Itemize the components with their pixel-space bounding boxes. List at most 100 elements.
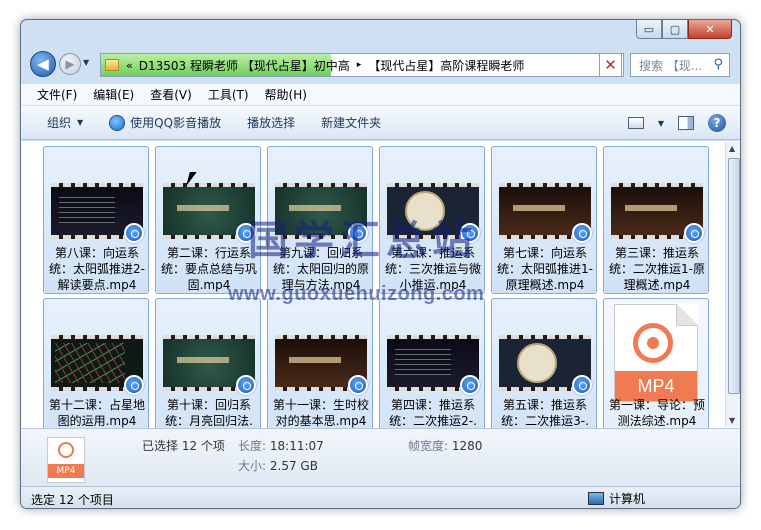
play-selection-button[interactable]: 播放选择: [247, 114, 295, 131]
recent-pages-dropdown[interactable]: ▼: [83, 58, 89, 67]
search-input[interactable]: 搜索 【现... ⚲: [630, 53, 730, 77]
page-fold: [676, 304, 698, 326]
text-lines-graphic: [395, 345, 451, 375]
organize-button[interactable]: 组织 ▼: [47, 114, 83, 131]
scroll-up-icon[interactable]: ▲: [729, 144, 735, 153]
breadcrumb-current[interactable]: 【现代占星】高阶课程瞬老师: [368, 57, 524, 74]
file-name: 第十课：回归系统：月亮回归法.mp4: [165, 398, 253, 428]
breadcrumb-separator-icon[interactable]: ▸: [357, 60, 362, 70]
search-placeholder: 搜索 【现...: [639, 58, 703, 73]
file-name: 第二课：行运系统：要点总结与巩固.mp4: [160, 246, 257, 292]
file-name: 第一课：导论：预测法综述.mp4: [608, 398, 705, 428]
title-bar-graphic: [177, 205, 229, 211]
menu-file[interactable]: 文件(F): [37, 86, 77, 103]
file-list: MP4第一课：导论：预测法综述.mp4 第五课：推运系统：二次推运3-.mp4 第四…: [21, 141, 740, 428]
change-view-icon[interactable]: [627, 117, 644, 129]
file-item[interactable]: 第六课：推运系统：三次推运与微小推运.mp4: [379, 146, 485, 294]
play-with-qq-button[interactable]: 使用QQ影音播放: [109, 114, 221, 131]
status-location-label: 计算机: [609, 492, 646, 506]
toolbar-right: ▼ ?: [627, 114, 726, 132]
file-name: 第六课：推运系统：三次推运与微小推运.mp4: [384, 246, 481, 292]
chart-wheel-icon: [517, 343, 557, 383]
qq-player-badge-icon: [236, 375, 256, 395]
file-item[interactable]: 第十二课：占星地图的运用.mp4: [43, 298, 149, 428]
qq-player-badge-icon: [684, 223, 704, 243]
qq-player-badge-icon: [236, 223, 256, 243]
detail-length-value: 18:11:07: [269, 439, 324, 453]
navigation-row: ◀ ▶ ▼ « D13503 程瞬老师 【现代占星】初中高 ▸ 【现代占星】高阶…: [21, 48, 740, 82]
title-bar-graphic: [513, 205, 565, 211]
mp4-file-icon: MP4: [614, 304, 698, 402]
caption-buttons: ▭ ▢ ✕: [636, 20, 732, 39]
search-icon[interactable]: ⚲: [713, 57, 723, 72]
new-folder-button[interactable]: 新建文件夹: [321, 114, 381, 131]
help-icon[interactable]: ?: [708, 114, 726, 132]
file-name: 第四课：推运系统：二次推运2-.mp4: [389, 398, 477, 428]
chevron-down-icon: ▼: [77, 118, 84, 127]
file-item[interactable]: 第八课：向运系统：太阳弧推进2- 解读要点.mp4: [43, 146, 149, 294]
file-item[interactable]: 第四课：推运系统：二次推运2-.mp4: [379, 298, 485, 428]
menu-tools[interactable]: 工具(T): [208, 86, 249, 103]
new-folder-label: 新建文件夹: [321, 116, 382, 130]
map-lines-graphic: [55, 343, 125, 383]
selection-file-icon: MP4: [47, 437, 85, 483]
folder-icon: [105, 59, 119, 71]
file-item[interactable]: 第五课：推运系统：二次推运3-.mp4: [491, 298, 597, 428]
file-item[interactable]: 第二课：行运系统：要点总结与巩固.mp4: [155, 146, 261, 294]
detail-length-key: 长度:: [238, 439, 267, 453]
view-options-dropdown-icon[interactable]: ▼: [658, 119, 664, 128]
minimize-button[interactable]: ▭: [636, 20, 662, 39]
status-bar: 选定 12 个项目 计算机: [21, 486, 740, 508]
stop-loading-button[interactable]: ✕: [599, 53, 622, 77]
address-bar[interactable]: « D13503 程瞬老师 【现代占星】初中高 ▸ 【现代占星】高阶课程瞬老师 …: [100, 53, 624, 77]
file-name: 第十一课：生时校对的基本思.mp4: [272, 398, 369, 428]
menu-help[interactable]: 帮助(H): [265, 86, 307, 103]
detail-size: 大小: 2.57 GB: [238, 457, 318, 474]
file-item[interactable]: 第十课：回归系统：月亮回归法.mp4: [155, 298, 261, 428]
close-button[interactable]: ✕: [688, 20, 732, 39]
scrollbar-thumb[interactable]: [728, 158, 740, 394]
file-name: 第三课：推运系统：二次推运1-原理概述.mp4: [609, 246, 705, 292]
computer-icon: [588, 492, 604, 505]
qq-player-badge-icon: [460, 223, 480, 243]
file-item[interactable]: 第九课：回归系统：太阳回归的原理与方法.mp4: [267, 146, 373, 294]
file-item[interactable]: 第三课：推运系统：二次推运1-原理概述.mp4: [603, 146, 709, 294]
breadcrumb-parent[interactable]: D13503 程瞬老师 【现代占星】初中高: [139, 57, 350, 74]
selection-count: 已选择 12 个项: [142, 439, 225, 453]
play-selection-label: 播放选择: [247, 116, 296, 130]
qq-player-badge-icon: [572, 223, 592, 243]
title-bar-graphic: [625, 205, 677, 211]
qq-player-badge-icon: [348, 375, 368, 395]
qq-player-badge-icon: [460, 375, 480, 395]
forward-button[interactable]: ▶: [59, 53, 81, 75]
menu-view[interactable]: 查看(V): [150, 86, 192, 103]
menu-edit[interactable]: 编辑(E): [93, 86, 134, 103]
file-name: 第十二课：占星地图的运用.mp4: [48, 398, 145, 428]
detail-frame-width-key: 帧宽度:: [408, 439, 449, 453]
vertical-scrollbar[interactable]: ▲ ▼: [725, 142, 740, 427]
qq-player-badge-icon: [348, 223, 368, 243]
text-lines-graphic: [59, 193, 115, 223]
file-name: 第五课：推运系统：二次推运3-.mp4: [501, 398, 589, 428]
file-item[interactable]: MP4 第一课：导论：预测法综述.mp4: [603, 298, 709, 428]
film-reel-icon: [633, 323, 673, 363]
file-type-label: MP4: [48, 464, 84, 478]
film-reel-icon: [58, 442, 74, 458]
details-pane: MP4 已选择 12 个项 长度: 18:11:07 大小: 2.57 GB 帧…: [21, 428, 740, 486]
explorer-window: ▭ ▢ ✕ ◀ ▶ ▼ « D13503 程瞬老师 【现代占星】初中高 ▸ 【现…: [20, 19, 741, 509]
detail-size-value: 2.57 GB: [269, 459, 318, 473]
maximize-button[interactable]: ▢: [662, 20, 688, 39]
back-button[interactable]: ◀: [30, 51, 56, 77]
preview-pane-icon[interactable]: [678, 116, 694, 130]
qq-player-badge-icon: [124, 375, 144, 395]
file-name: 第八课：向运系统：太阳弧推进2- 解读要点.mp4: [49, 246, 145, 292]
detail-frame-width: 帧宽度: 1280: [408, 437, 482, 454]
scroll-down-icon[interactable]: ▼: [729, 416, 735, 425]
qq-player-icon: [109, 114, 126, 131]
file-item[interactable]: 第十一课：生时校对的基本思.mp4: [267, 298, 373, 428]
file-name: 第九课：回归系统：太阳回归的原理与方法.mp4: [272, 246, 369, 292]
qq-player-badge-icon: [124, 223, 144, 243]
file-item[interactable]: 第七课：向运系统：太阳弧推进1- 原理概述.mp4: [491, 146, 597, 294]
detail-frame-width-value: 1280: [451, 439, 483, 453]
address-overflow-chevron[interactable]: «: [126, 59, 133, 72]
